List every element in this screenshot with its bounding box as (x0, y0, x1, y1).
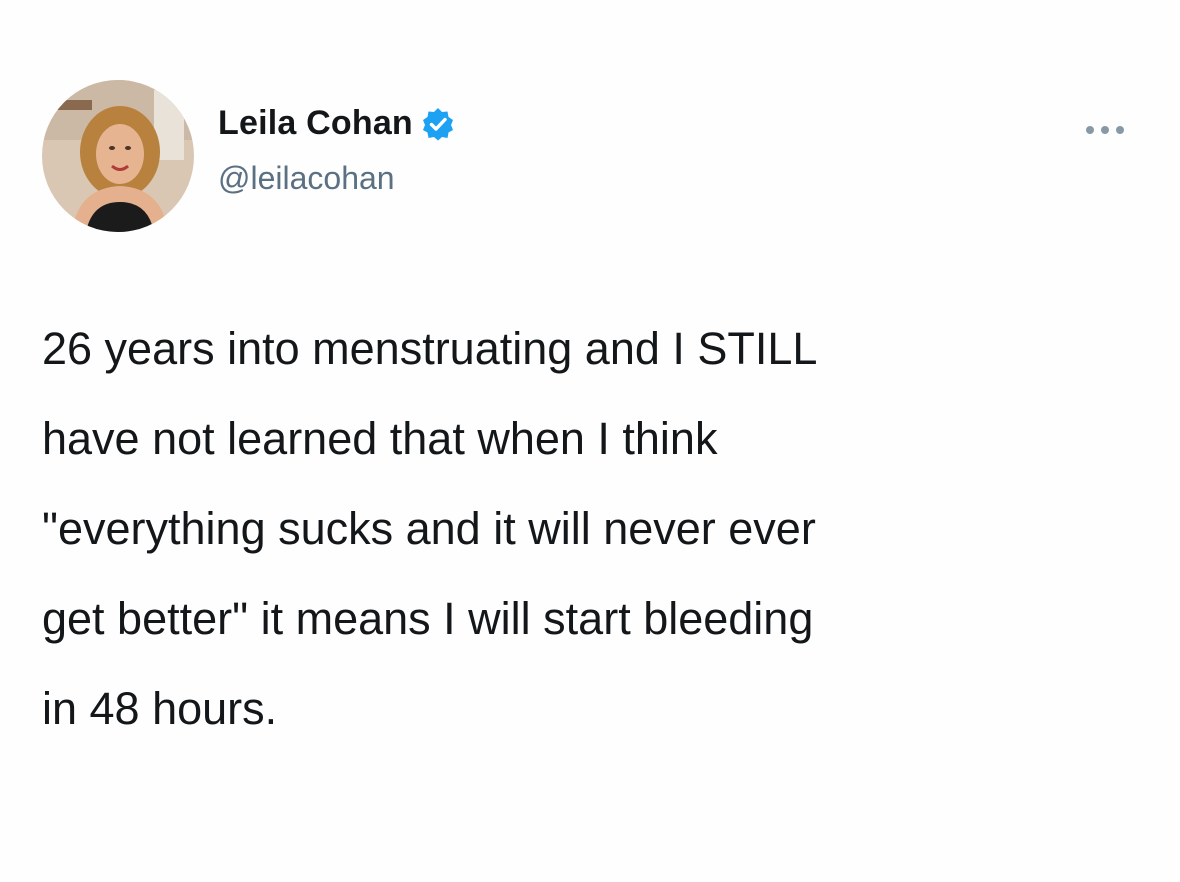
author-handle[interactable]: @leilacohan (218, 160, 395, 197)
verified-badge-icon (421, 107, 455, 141)
tweet-text-line: "everything sucks and it will never ever (42, 503, 816, 554)
tweet-text-line: have not learned that when I think (42, 413, 718, 464)
author-name-row: Leila Cohan (218, 104, 455, 143)
avatar[interactable] (42, 80, 194, 232)
profile-photo-icon (42, 80, 194, 232)
more-options-icon[interactable] (1082, 120, 1128, 140)
tweet-text-line: get better" it means I will start bleedi… (42, 593, 814, 644)
tweet-text-line: 26 years into menstruating and I STILL (42, 323, 818, 374)
tweet-card: Leila Cohan @leilacohan 26 years into me… (0, 0, 1180, 882)
author-display-name[interactable]: Leila Cohan (218, 104, 413, 143)
tweet-text: 26 years into menstruating and I STILL h… (42, 304, 1142, 754)
tweet-text-line: in 48 hours. (42, 683, 278, 734)
